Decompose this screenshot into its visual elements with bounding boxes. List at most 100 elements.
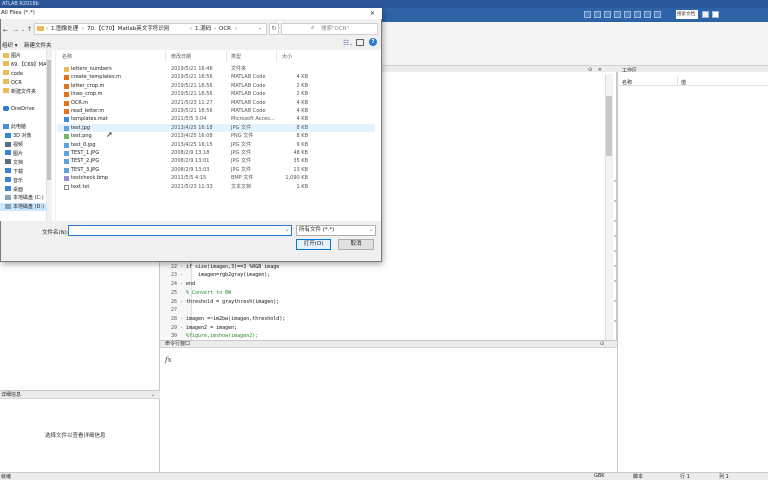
nav-item[interactable]: 图片 bbox=[0, 150, 50, 158]
code-line[interactable]: 22- if size(imagen,3)==3 %RGB image bbox=[160, 263, 600, 272]
organize-button[interactable]: 组织 ▾ bbox=[2, 41, 18, 49]
cut-icon[interactable] bbox=[594, 11, 601, 18]
command-window-menu-icon[interactable]: ⊙ bbox=[600, 340, 604, 348]
breakpoint-dash[interactable]: - bbox=[177, 298, 186, 307]
nav-item[interactable]: 新建文件夹 bbox=[0, 88, 50, 96]
breadcrumb-item[interactable]: 70.【C70】Matlab英文字符识别 bbox=[87, 25, 169, 33]
switch-window-icon[interactable] bbox=[644, 11, 651, 18]
file-date: 2013/4/25 16:18 bbox=[171, 124, 213, 131]
open-button[interactable]: 打开(O) bbox=[296, 239, 331, 250]
column-divider[interactable] bbox=[276, 51, 277, 61]
filename-input[interactable] bbox=[68, 225, 292, 236]
breakpoint-dash[interactable]: - bbox=[177, 315, 186, 324]
close-icon[interactable]: ✕ bbox=[370, 9, 375, 18]
column-header-name[interactable]: 名称 bbox=[62, 53, 72, 60]
paste-icon[interactable] bbox=[614, 11, 621, 18]
nav-item[interactable]: OCR bbox=[0, 79, 50, 87]
file-row[interactable]: letter_crop.m 2019/5/21 16:56 MATLAB Code 2… bbox=[57, 82, 375, 90]
breakpoint-dash[interactable]: - bbox=[177, 263, 186, 272]
fx-icon[interactable]: fx bbox=[165, 356, 172, 364]
nav-item[interactable]: 69.【C69】MA bbox=[0, 61, 50, 69]
file-date: 2013/4/25 16:15 bbox=[171, 141, 213, 148]
nav-item[interactable]: 本地磁盘 (C:) bbox=[0, 194, 50, 202]
breadcrumb-item[interactable]: 1.源码 bbox=[195, 25, 211, 33]
nav-item[interactable]: 桌面 bbox=[0, 186, 50, 194]
nav-item[interactable]: code bbox=[0, 70, 50, 78]
code-line[interactable]: 26- threshold = graythresh(imagen); bbox=[160, 298, 600, 307]
help-icon[interactable]: ? bbox=[369, 38, 377, 46]
nav-item[interactable]: 下载 bbox=[0, 168, 50, 176]
code-line[interactable]: 28- imagen =~im2bw(imagen,threshold); bbox=[160, 315, 600, 324]
copy-icon[interactable] bbox=[604, 11, 611, 18]
help-question-icon[interactable] bbox=[654, 11, 661, 18]
file-row[interactable]: test.png 2013/4/25 16:08 PNG 文件 8 KB bbox=[57, 132, 375, 140]
breakpoint-dash[interactable]: - bbox=[177, 280, 186, 289]
nav-item[interactable]: 音乐 bbox=[0, 177, 50, 185]
chevron-down-icon[interactable]: ⌄ bbox=[349, 41, 353, 47]
back-arrow-icon[interactable]: ← bbox=[3, 27, 8, 34]
file-row[interactable]: testcheck.bmp 2011/5/5 4:15 BMP 文件 1,090 KB bbox=[57, 174, 375, 182]
forward-arrow-icon[interactable]: → bbox=[13, 27, 18, 34]
chevron-down-icon[interactable]: ⌄ bbox=[369, 227, 373, 233]
file-row[interactable]: OCR.m 2021/5/23 11:27 MATLAB Code 4 KB bbox=[57, 99, 375, 107]
workspace-panel[interactable] bbox=[617, 72, 768, 480]
column-header-size[interactable]: 大小 bbox=[282, 53, 292, 60]
nav-item[interactable]: 视频 bbox=[0, 141, 50, 149]
workspace-col-name[interactable]: 名称 bbox=[622, 79, 632, 86]
nav-item[interactable]: 图片 bbox=[0, 52, 50, 60]
cloud-icon[interactable] bbox=[712, 11, 719, 18]
code-line[interactable]: 29- imagen2 = imagen; bbox=[160, 324, 600, 333]
breadcrumb-item[interactable]: OCR bbox=[219, 25, 231, 33]
redo-icon[interactable] bbox=[634, 11, 641, 18]
file-type-icon bbox=[64, 125, 69, 131]
code-line[interactable]: 24- end bbox=[160, 280, 600, 289]
chevron-down-icon[interactable]: ⌄ bbox=[258, 25, 262, 31]
file-row[interactable]: lines_crop.m 2019/5/21 16:56 MATLAB Code 2 … bbox=[57, 90, 375, 98]
save-icon[interactable] bbox=[584, 11, 591, 18]
nav-item[interactable]: 本地磁盘 (D:) bbox=[0, 203, 50, 212]
file-type-select[interactable]: 所有文件 (*.*) bbox=[296, 225, 376, 236]
doc-search-input[interactable]: 搜索文档 bbox=[676, 10, 698, 19]
file-row[interactable]: read_letter.m 2019/5/21 16:56 MATLAB Code 4… bbox=[57, 107, 375, 115]
new-folder-button[interactable]: 新建文件夹 bbox=[24, 41, 52, 49]
breakpoint-dash[interactable]: - bbox=[177, 324, 186, 333]
editor-scroll-thumb[interactable] bbox=[606, 96, 612, 156]
doc-search-icon[interactable] bbox=[702, 11, 709, 18]
file-type: JPG 文件 bbox=[231, 158, 251, 165]
file-row[interactable]: letters_numbers 2019/5/21 16:46 文件夹 bbox=[57, 65, 375, 73]
file-row[interactable]: TEST_3.JPG 2008/2/9 13:03 JPG 文件 13 KB bbox=[57, 166, 375, 174]
up-arrow-icon[interactable]: ↑ bbox=[27, 26, 32, 33]
code-line[interactable]: 27 bbox=[160, 306, 600, 315]
file-row[interactable]: create_templates.m 2019/5/21 16:56 MATLAB … bbox=[57, 73, 375, 81]
code-line[interactable]: 25 % Convert to BW bbox=[160, 289, 600, 298]
nav-item[interactable]: 3D 对象 bbox=[0, 132, 50, 140]
refresh-icon[interactable]: ↻ bbox=[269, 23, 279, 35]
code-line[interactable]: 23- imagen=rgb2gray(imagen); bbox=[160, 271, 600, 280]
breadcrumb-item[interactable]: 1.图像处理 bbox=[51, 25, 78, 33]
chevron-down-icon[interactable]: ⌄ bbox=[21, 27, 25, 33]
chevron-down-icon[interactable]: ⌄ bbox=[285, 227, 289, 233]
nav-item[interactable]: 文档 bbox=[0, 159, 50, 167]
command-window[interactable] bbox=[160, 348, 617, 472]
navigation-scroll-thumb[interactable] bbox=[47, 60, 51, 180]
file-type: MATLAB Code bbox=[231, 82, 266, 89]
column-divider[interactable] bbox=[226, 51, 227, 61]
file-row[interactable]: TEST_1.JPG 2008/2/9 13:18 JPG 文件 48 KB bbox=[57, 149, 375, 157]
dialog-titlebar[interactable] bbox=[0, 8, 382, 19]
file-row[interactable]: test_0.jpg 2013/4/25 16:15 JPG 文件 9 KB bbox=[57, 141, 375, 149]
file-row[interactable]: text.txt 2021/5/23 11:33 文本文档 1 KB bbox=[57, 183, 375, 191]
breakpoint-dash[interactable]: - bbox=[177, 271, 186, 280]
nav-item[interactable]: OneDrive bbox=[0, 105, 50, 113]
column-header-type[interactable]: 类型 bbox=[231, 53, 241, 60]
column-divider[interactable] bbox=[165, 51, 166, 61]
preview-pane-icon[interactable] bbox=[356, 39, 364, 46]
undo-icon[interactable] bbox=[624, 11, 631, 18]
workspace-col-value[interactable]: 值 bbox=[681, 79, 686, 86]
chevron-down-icon[interactable]: ⌄ bbox=[151, 391, 155, 399]
nav-item[interactable]: 此电脑 bbox=[0, 123, 50, 131]
file-row[interactable]: templates.mat 2011/5/5 3:04 Microsoft Acce… bbox=[57, 115, 375, 123]
column-header-date[interactable]: 修改日期 bbox=[171, 53, 191, 60]
file-row[interactable]: test.jpg 2013/4/25 16:18 JPG 文件 8 KB bbox=[57, 123, 375, 133]
file-row[interactable]: TEST_2.JPG 2008/2/9 13:01 JPG 文件 35 KB bbox=[57, 157, 375, 165]
cancel-button[interactable]: 取消 bbox=[338, 239, 374, 250]
